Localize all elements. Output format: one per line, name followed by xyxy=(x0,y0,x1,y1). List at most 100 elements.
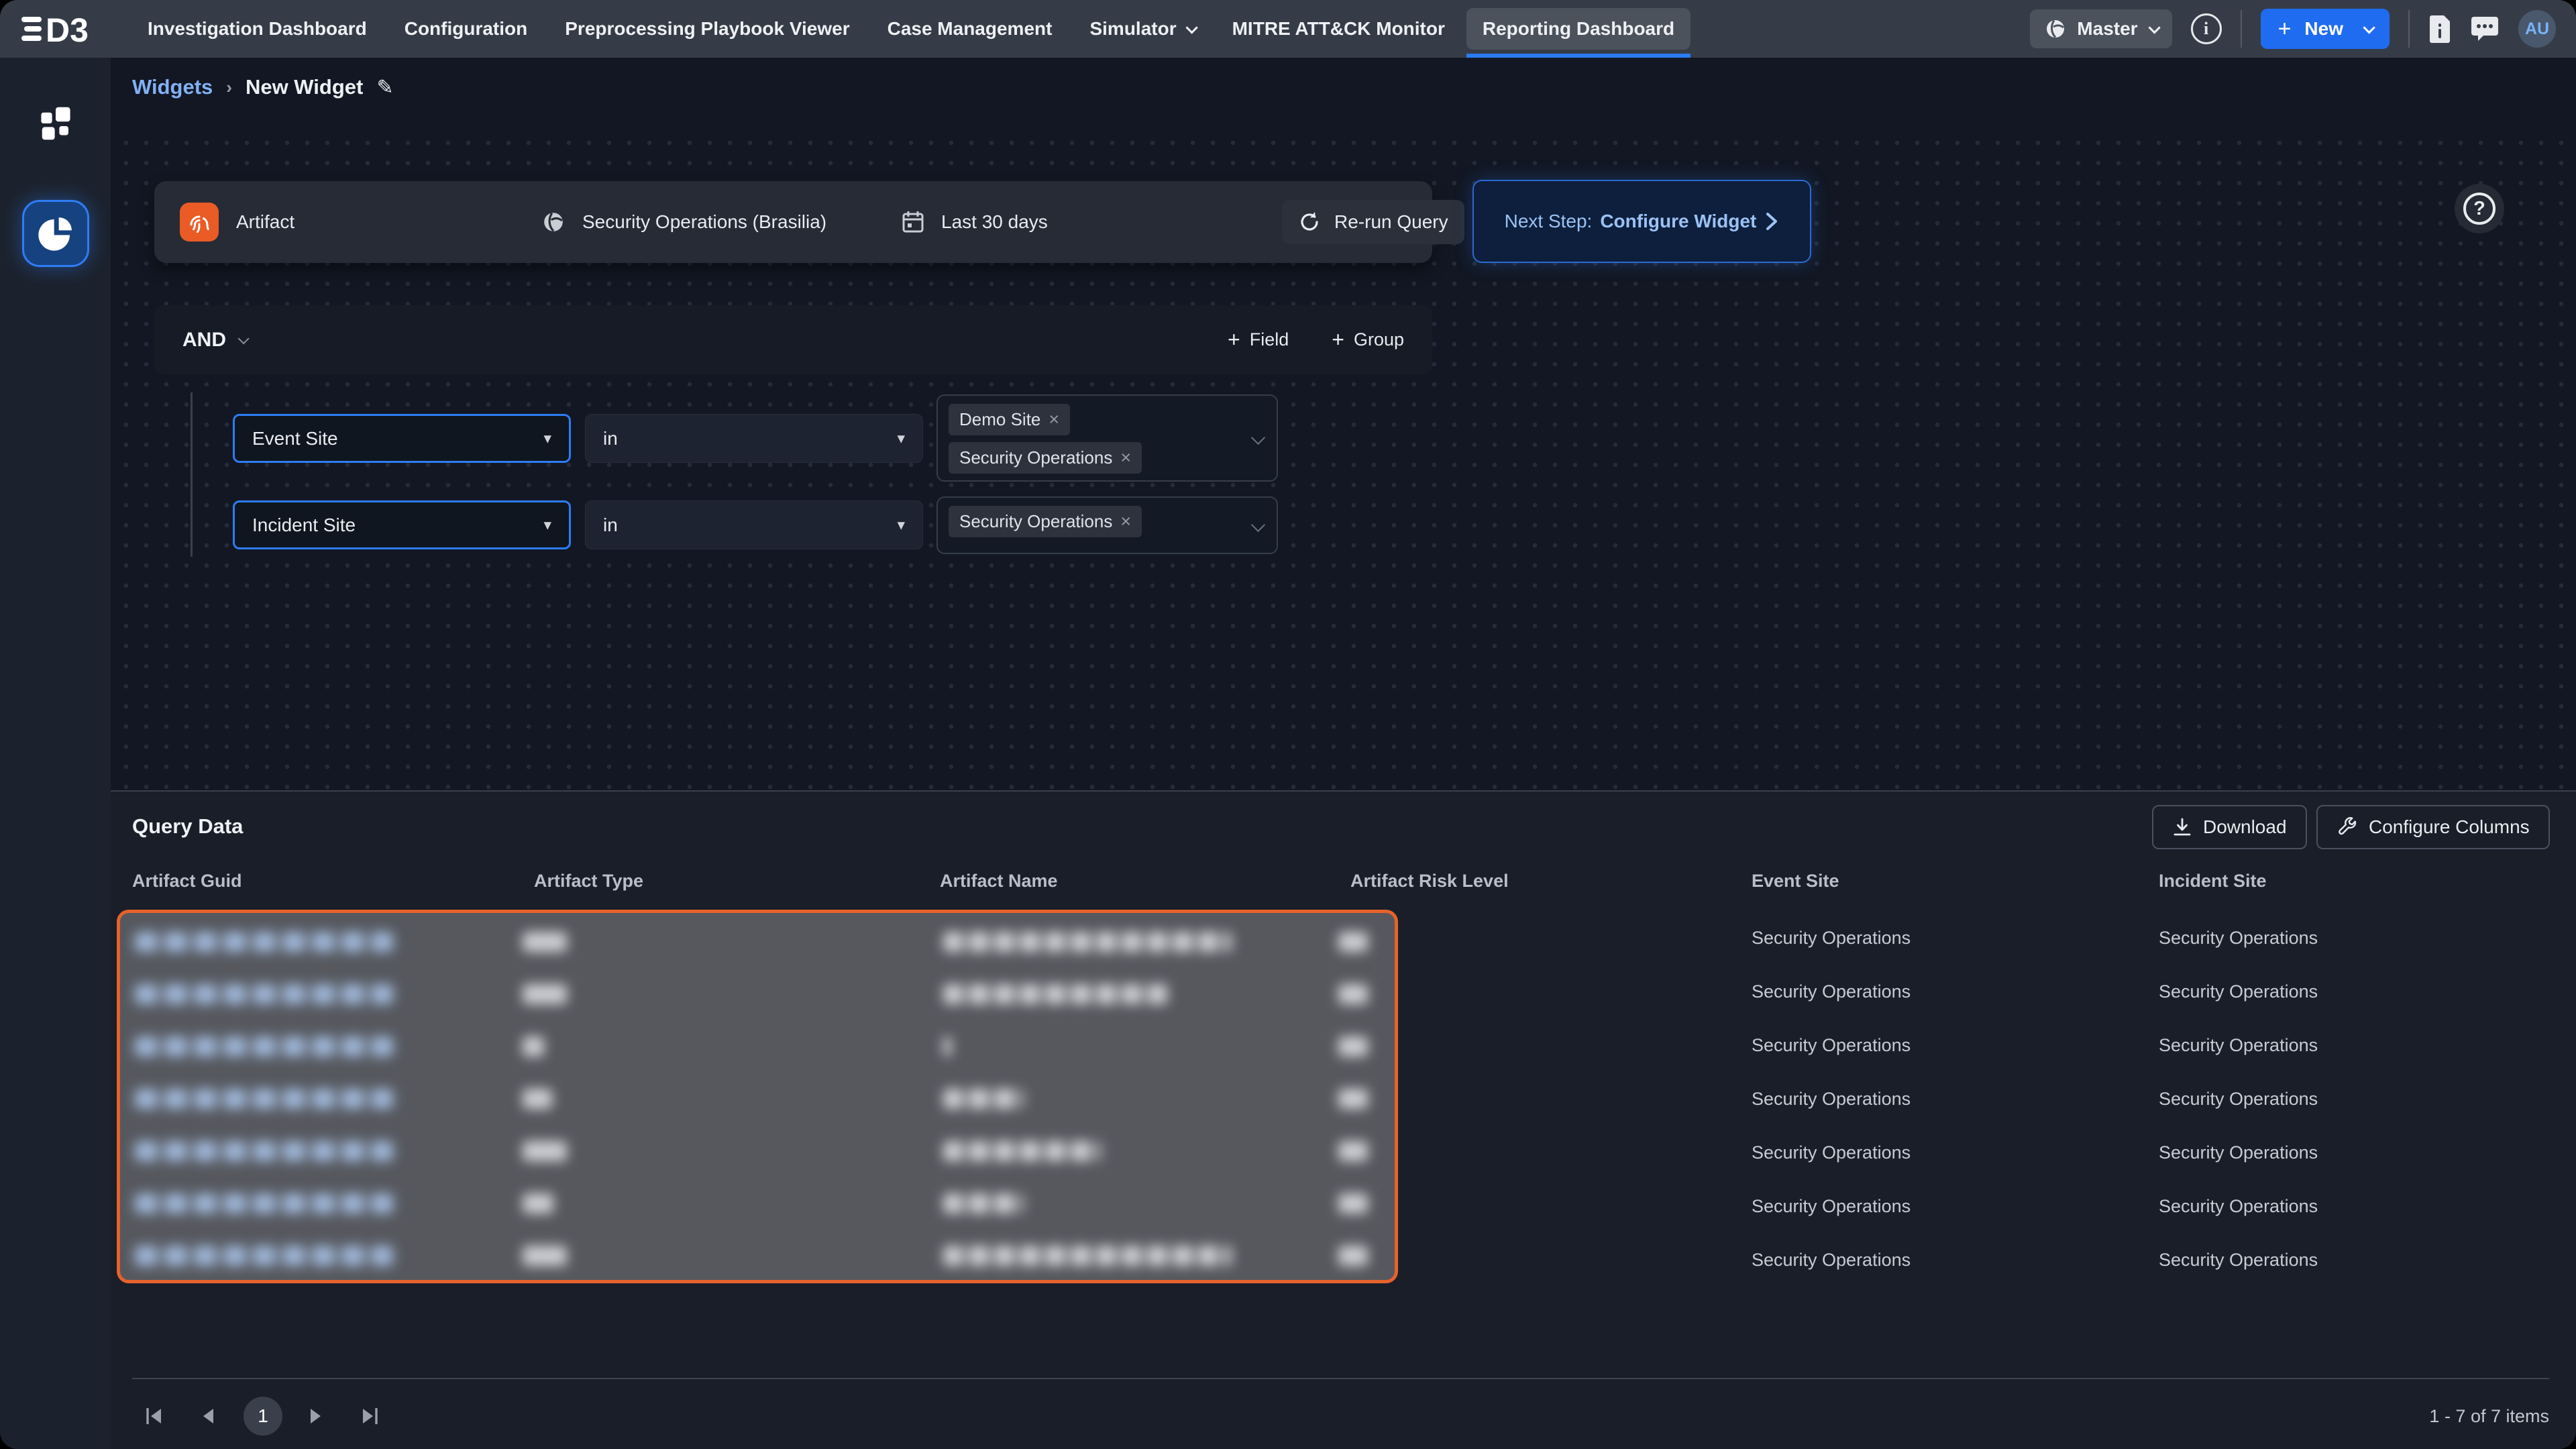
query-site-label: Security Operations (Brasilia) xyxy=(582,211,826,233)
table-row[interactable]: Security Operations Security Operations xyxy=(111,965,2576,1018)
nav-item-investigation-dashboard[interactable]: Investigation Dashboard xyxy=(131,8,383,50)
incident-site-cell: Security Operations xyxy=(2159,1126,2318,1179)
d3-logo[interactable]: D3 xyxy=(20,10,99,48)
filter-row2-values-multiselect[interactable]: Security Operations × xyxy=(936,496,1278,554)
column-header-artifact-name[interactable]: Artifact Name xyxy=(940,871,1058,892)
plus-icon: + xyxy=(2278,17,2292,40)
filter-row1-field-select[interactable]: Event Site ▾ xyxy=(233,414,571,463)
plus-icon: + xyxy=(1228,327,1240,352)
next-step-action: Configure Widget xyxy=(1600,211,1756,232)
main-content: Widgets › New Widget ✎ Artifa xyxy=(111,58,2576,1449)
remove-chip-icon[interactable]: × xyxy=(1049,411,1059,429)
rerun-query-button[interactable]: Re-run Query xyxy=(1282,200,1464,244)
last-page-button[interactable] xyxy=(360,1406,380,1426)
filter-row2-operator-select[interactable]: in ▾ xyxy=(585,500,923,549)
incident-site-cell: Security Operations xyxy=(2159,965,2318,1018)
table-row[interactable]: Security OperationsSecurity Operations xyxy=(111,1018,2576,1072)
add-field-label: Field xyxy=(1250,329,1289,350)
query-site-section[interactable]: Security Operations (Brasilia) xyxy=(517,181,877,263)
breadcrumb-widgets-link[interactable]: Widgets xyxy=(132,75,213,99)
sidebar-item-widgets[interactable] xyxy=(22,200,89,267)
table-row[interactable]: Security OperationsSecurity Operations xyxy=(111,1233,2576,1287)
nav-item-simulator[interactable]: Simulator xyxy=(1073,8,1210,50)
user-avatar[interactable]: AU xyxy=(2518,10,2556,48)
next-step-prefix: Next Step: xyxy=(1505,211,1593,232)
edit-title-icon[interactable]: ✎ xyxy=(376,76,393,99)
configure-columns-button[interactable]: Configure Columns xyxy=(2316,805,2550,849)
table-row[interactable]: Security Operations Security Operations xyxy=(111,1126,2576,1179)
table-row[interactable]: Security OperationsSecurity Operations xyxy=(111,1072,2576,1126)
next-page-button[interactable] xyxy=(305,1406,325,1426)
add-group-button[interactable]: + Group xyxy=(1332,327,1404,352)
caret-down-icon: ▾ xyxy=(543,429,551,447)
download-label: Download xyxy=(2203,816,2287,838)
next-step-configure-widget-button[interactable]: Next Step: Configure Widget xyxy=(1472,180,1811,263)
nav-items: Investigation Dashboard Configuration Pr… xyxy=(131,0,1690,58)
table-row[interactable]: Security OperationsSecurity Operations xyxy=(111,1179,2576,1233)
add-group-label: Group xyxy=(1354,329,1404,350)
avatar-initials: AU xyxy=(2525,19,2549,39)
filter-row1-operator-select[interactable]: in ▾ xyxy=(585,414,923,463)
query-data-title: Query Data xyxy=(132,814,243,839)
new-button[interactable]: + New xyxy=(2261,9,2390,49)
incident-site-cell: Security Operations xyxy=(2159,911,2318,965)
filter-field-value: Event Site xyxy=(252,428,338,449)
incident-site-cell: Security Operations xyxy=(2159,1179,2318,1233)
page-number: 1 xyxy=(258,1405,268,1427)
nav-item-preprocessing-playbook-viewer[interactable]: Preprocessing Playbook Viewer xyxy=(549,8,865,50)
column-header-incident-site[interactable]: Incident Site xyxy=(2159,871,2267,892)
filter-operator-value: in xyxy=(603,428,618,449)
widget-query-builder-area: Artifact Security Operations (Brasilia) xyxy=(111,127,2576,790)
chat-icon[interactable] xyxy=(2470,15,2500,42)
table-row[interactable]: Security Operations Security Operations xyxy=(111,911,2576,965)
page-number-button[interactable]: 1 xyxy=(244,1397,282,1436)
previous-page-button[interactable] xyxy=(199,1406,219,1426)
master-site-selector[interactable]: Master xyxy=(2030,9,2171,48)
nav-item-label: Case Management xyxy=(888,18,1053,40)
filter-row2-field-select[interactable]: Incident Site ▾ xyxy=(233,500,571,549)
filter-operator-value: in xyxy=(603,515,618,536)
query-data-section: Query Data Download Configure Columns Ar… xyxy=(111,790,2576,1449)
remove-chip-icon[interactable]: × xyxy=(1120,513,1131,531)
download-button[interactable]: Download xyxy=(2152,805,2307,849)
wrench-icon xyxy=(2337,816,2358,838)
page-title: New Widget xyxy=(246,75,363,99)
query-date-range-section[interactable]: Last 30 days xyxy=(877,181,1256,263)
filter-row1-values-multiselect[interactable]: Demo Site × Security Operations × xyxy=(936,394,1278,482)
sidebar-item-dashboards[interactable] xyxy=(22,90,89,157)
nav-item-label: MITRE ATT&CK Monitor xyxy=(1232,18,1445,40)
query-summary-bar: Artifact Security Operations (Brasilia) xyxy=(154,181,1432,263)
nav-item-mitre-attack-monitor[interactable]: MITRE ATT&CK Monitor xyxy=(1216,8,1461,50)
event-site-cell: Security Operations xyxy=(1752,1126,1911,1179)
help-button[interactable]: ? xyxy=(2455,184,2504,233)
incident-site-cell: Security Operations xyxy=(2159,1233,2318,1287)
value-chip[interactable]: Demo Site × xyxy=(949,404,1070,435)
value-chip[interactable]: Security Operations × xyxy=(949,506,1142,537)
column-header-artifact-type[interactable]: Artifact Type xyxy=(534,871,643,892)
globe-icon xyxy=(2045,18,2066,40)
top-navigation-bar: D3 Investigation Dashboard Configuration… xyxy=(0,0,2576,58)
event-site-cell: Security Operations xyxy=(1752,911,1911,965)
value-chip[interactable]: Security Operations × xyxy=(949,442,1142,474)
event-site-cell: Security Operations xyxy=(1752,965,1911,1018)
breadcrumb: Widgets › New Widget ✎ xyxy=(132,75,393,99)
column-header-artifact-risk-level[interactable]: Artifact Risk Level xyxy=(1350,871,1509,892)
nav-item-case-management[interactable]: Case Management xyxy=(871,8,1069,50)
release-notes-icon[interactable] xyxy=(2428,14,2451,44)
column-header-event-site[interactable]: Event Site xyxy=(1752,871,1839,892)
chip-label: Demo Site xyxy=(959,409,1040,430)
info-icon[interactable]: i xyxy=(2191,13,2222,44)
app-window: D3 Investigation Dashboard Configuration… xyxy=(0,0,2576,1449)
first-page-button[interactable] xyxy=(144,1406,164,1426)
pie-chart-icon xyxy=(37,215,74,252)
column-header-artifact-guid[interactable]: Artifact Guid xyxy=(132,871,242,892)
chevron-down-icon xyxy=(1251,518,1265,532)
nav-item-reporting-dashboard[interactable]: Reporting Dashboard xyxy=(1466,8,1690,50)
chevron-down-icon xyxy=(2363,21,2375,34)
sidebar xyxy=(0,58,111,1449)
remove-chip-icon[interactable]: × xyxy=(1120,449,1131,467)
nav-item-configuration[interactable]: Configuration xyxy=(388,8,544,50)
query-source-section[interactable]: Artifact xyxy=(154,181,517,263)
filter-operator-dropdown[interactable]: AND xyxy=(182,329,246,352)
add-field-button[interactable]: + Field xyxy=(1228,327,1289,352)
